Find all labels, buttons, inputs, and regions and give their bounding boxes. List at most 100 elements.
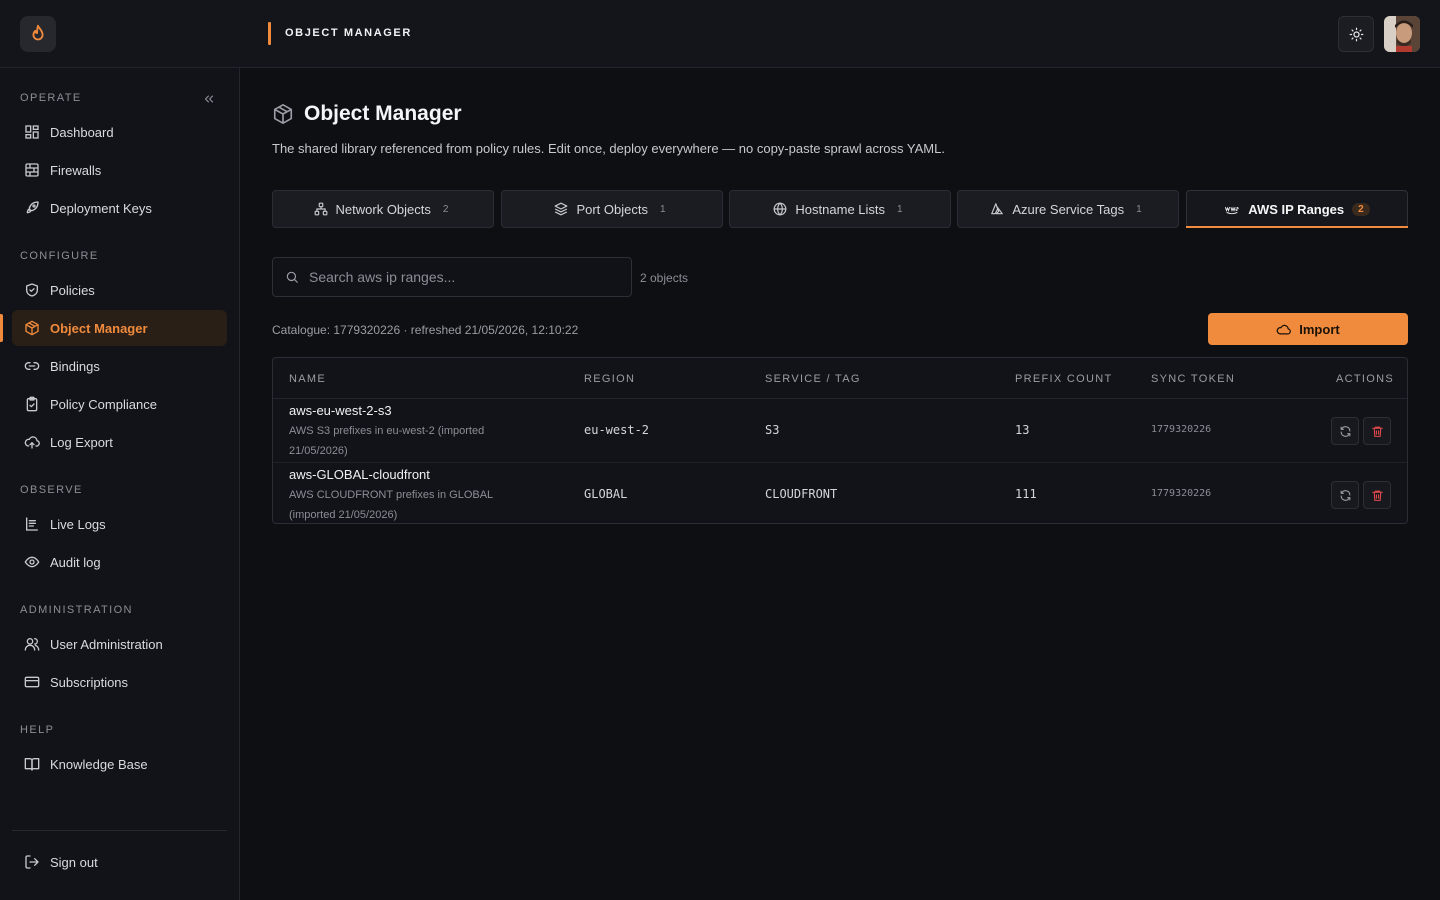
- sidebar-item-label: Object Manager: [50, 320, 148, 336]
- import-label: Import: [1299, 321, 1340, 337]
- shield-icon: [26, 283, 38, 297]
- tab-aws-ip-ranges[interactable]: AWS IP Ranges 2: [1186, 190, 1408, 228]
- sidebar-item-deployment-keys[interactable]: Deployment Keys: [12, 190, 227, 226]
- aws-ip-ranges-table: NAME REGION SERVICE / TAG PREFIX COUNT S…: [272, 357, 1408, 524]
- users-icon: [24, 638, 40, 651]
- sidebar-divider: [12, 830, 227, 831]
- section-label-administration: ADMINISTRATION: [20, 604, 133, 616]
- sidebar-item-live-logs[interactable]: Live Logs: [12, 506, 227, 542]
- catalogue-info: Catalogue: 1779320226 · refreshed 21/05/…: [272, 323, 579, 337]
- collapse-sidebar-icon[interactable]: [202, 92, 216, 106]
- sidebar-item-firewalls[interactable]: Firewalls: [12, 152, 227, 188]
- sidebar-item-log-export[interactable]: Log Export: [12, 424, 227, 460]
- sidebar-item-user-administration[interactable]: User Administration: [12, 626, 227, 662]
- sign-out-label: Sign out: [50, 854, 98, 870]
- row-service: S3: [765, 423, 780, 437]
- row-region: eu-west-2: [584, 423, 650, 437]
- sidebar-item-label: Log Export: [50, 434, 113, 450]
- row-name: aws-GLOBAL-cloudfront: [289, 467, 430, 482]
- trash-icon: [1371, 426, 1383, 437]
- section-label-observe: OBSERVE: [20, 484, 83, 496]
- box-icon: [273, 104, 293, 124]
- object-type-tabs: Network Objects 2 Port Objects 1 Hostnam…: [272, 190, 1408, 228]
- top-bar: OBJECT MANAGER: [0, 0, 1440, 68]
- tab-hostname-lists[interactable]: Hostname Lists 1: [729, 190, 951, 228]
- column-header-name: NAME: [289, 373, 326, 385]
- row-sync-token: 1779320226: [1151, 488, 1212, 499]
- sidebar-item-knowledge-base[interactable]: Knowledge Base: [12, 746, 227, 782]
- logs-icon: [26, 517, 38, 531]
- page-description: The shared library referenced from polic…: [272, 141, 945, 156]
- section-label-help: HELP: [20, 724, 55, 736]
- search-input[interactable]: [309, 269, 609, 285]
- tab-network-objects[interactable]: Network Objects 2: [272, 190, 494, 228]
- card-icon: [24, 676, 40, 688]
- layers-icon: [555, 202, 568, 216]
- delete-button[interactable]: [1363, 481, 1391, 509]
- section-label-configure: CONFIGURE: [20, 250, 99, 262]
- table-row[interactable]: aws-eu-west-2-s3 AWS S3 prefixes in eu-w…: [273, 399, 1407, 462]
- azure-icon: [991, 203, 1004, 215]
- sidebar-item-object-manager[interactable]: Object Manager: [12, 310, 227, 346]
- app-logo[interactable]: [20, 16, 56, 52]
- refresh-button[interactable]: [1331, 481, 1359, 509]
- column-header-region: REGION: [584, 373, 636, 385]
- row-description: AWS S3 prefixes in eu-west-2 (imported 2…: [289, 425, 485, 457]
- tab-azure-service-tags[interactable]: Azure Service Tags 1: [957, 190, 1179, 228]
- tab-label: Azure Service Tags: [1012, 201, 1125, 217]
- delete-button[interactable]: [1363, 417, 1391, 445]
- trash-icon: [1371, 490, 1383, 501]
- import-button[interactable]: Import: [1208, 313, 1408, 345]
- network-icon: [314, 202, 327, 216]
- firewall-icon: [25, 163, 39, 177]
- tab-label: AWS IP Ranges: [1248, 201, 1345, 217]
- sidebar: OPERATE Dashboard Firewalls Deployment K…: [0, 68, 240, 900]
- refresh-button[interactable]: [1331, 417, 1359, 445]
- sign-out-button[interactable]: Sign out: [12, 844, 227, 880]
- tab-count-badge: 1: [897, 203, 903, 215]
- row-description: AWS CLOUDFRONT prefixes in GLOBAL (impor…: [289, 489, 493, 521]
- avatar-image: [1384, 16, 1420, 52]
- sidebar-item-label: Knowledge Base: [50, 756, 148, 772]
- page-title: Object Manager: [304, 102, 462, 125]
- column-header-service: SERVICE / TAG: [765, 373, 861, 385]
- sidebar-item-policies[interactable]: Policies: [12, 272, 227, 308]
- tab-count-badge: 2: [442, 203, 449, 215]
- sidebar-item-label: Deployment Keys: [50, 200, 152, 216]
- user-avatar[interactable]: [1384, 16, 1420, 52]
- tab-port-objects[interactable]: Port Objects 1: [501, 190, 723, 228]
- sidebar-item-bindings[interactable]: Bindings: [12, 348, 227, 384]
- sun-icon: [1349, 27, 1363, 41]
- cloud-icon: [1276, 324, 1292, 335]
- sidebar-item-label: Live Logs: [50, 516, 106, 532]
- row-name: aws-eu-west-2-s3: [289, 403, 392, 418]
- row-service: CLOUDFRONT: [765, 487, 838, 501]
- header-title: OBJECT MANAGER: [285, 27, 412, 39]
- sidebar-item-label: Policy Compliance: [50, 396, 157, 412]
- book-icon: [24, 758, 40, 771]
- globe-icon: [774, 202, 787, 216]
- sidebar-item-subscriptions[interactable]: Subscriptions: [12, 664, 227, 700]
- dashboard-icon: [25, 125, 39, 139]
- sidebar-item-audit-log[interactable]: Audit log: [12, 544, 227, 580]
- tab-count-badge: 2: [1352, 202, 1370, 216]
- column-header-sync-token: SYNC TOKEN: [1151, 373, 1236, 385]
- rocket-icon: [26, 201, 39, 214]
- column-header-actions: ACTIONS: [1336, 373, 1394, 385]
- tab-count-badge: 1: [659, 203, 666, 215]
- active-indicator: [0, 314, 3, 342]
- theme-toggle-button[interactable]: [1338, 16, 1374, 52]
- table-row[interactable]: aws-GLOBAL-cloudfront AWS CLOUDFRONT pre…: [273, 462, 1407, 525]
- sidebar-item-policy-compliance[interactable]: Policy Compliance: [12, 386, 227, 422]
- cloud-upload-icon: [24, 436, 40, 449]
- sidebar-item-dashboard[interactable]: Dashboard: [12, 114, 227, 150]
- tab-label: Hostname Lists: [795, 201, 886, 217]
- active-tab-underline: [1186, 226, 1408, 228]
- row-prefix-count: 111: [1015, 487, 1037, 501]
- sidebar-item-label: Policies: [50, 282, 95, 298]
- section-label-operate: OPERATE: [20, 92, 82, 104]
- tab-label: Port Objects: [576, 201, 648, 217]
- search-box[interactable]: [272, 257, 632, 297]
- object-count: 2 objects: [640, 271, 689, 285]
- main-content: Object Manager The shared library refere…: [240, 68, 1440, 900]
